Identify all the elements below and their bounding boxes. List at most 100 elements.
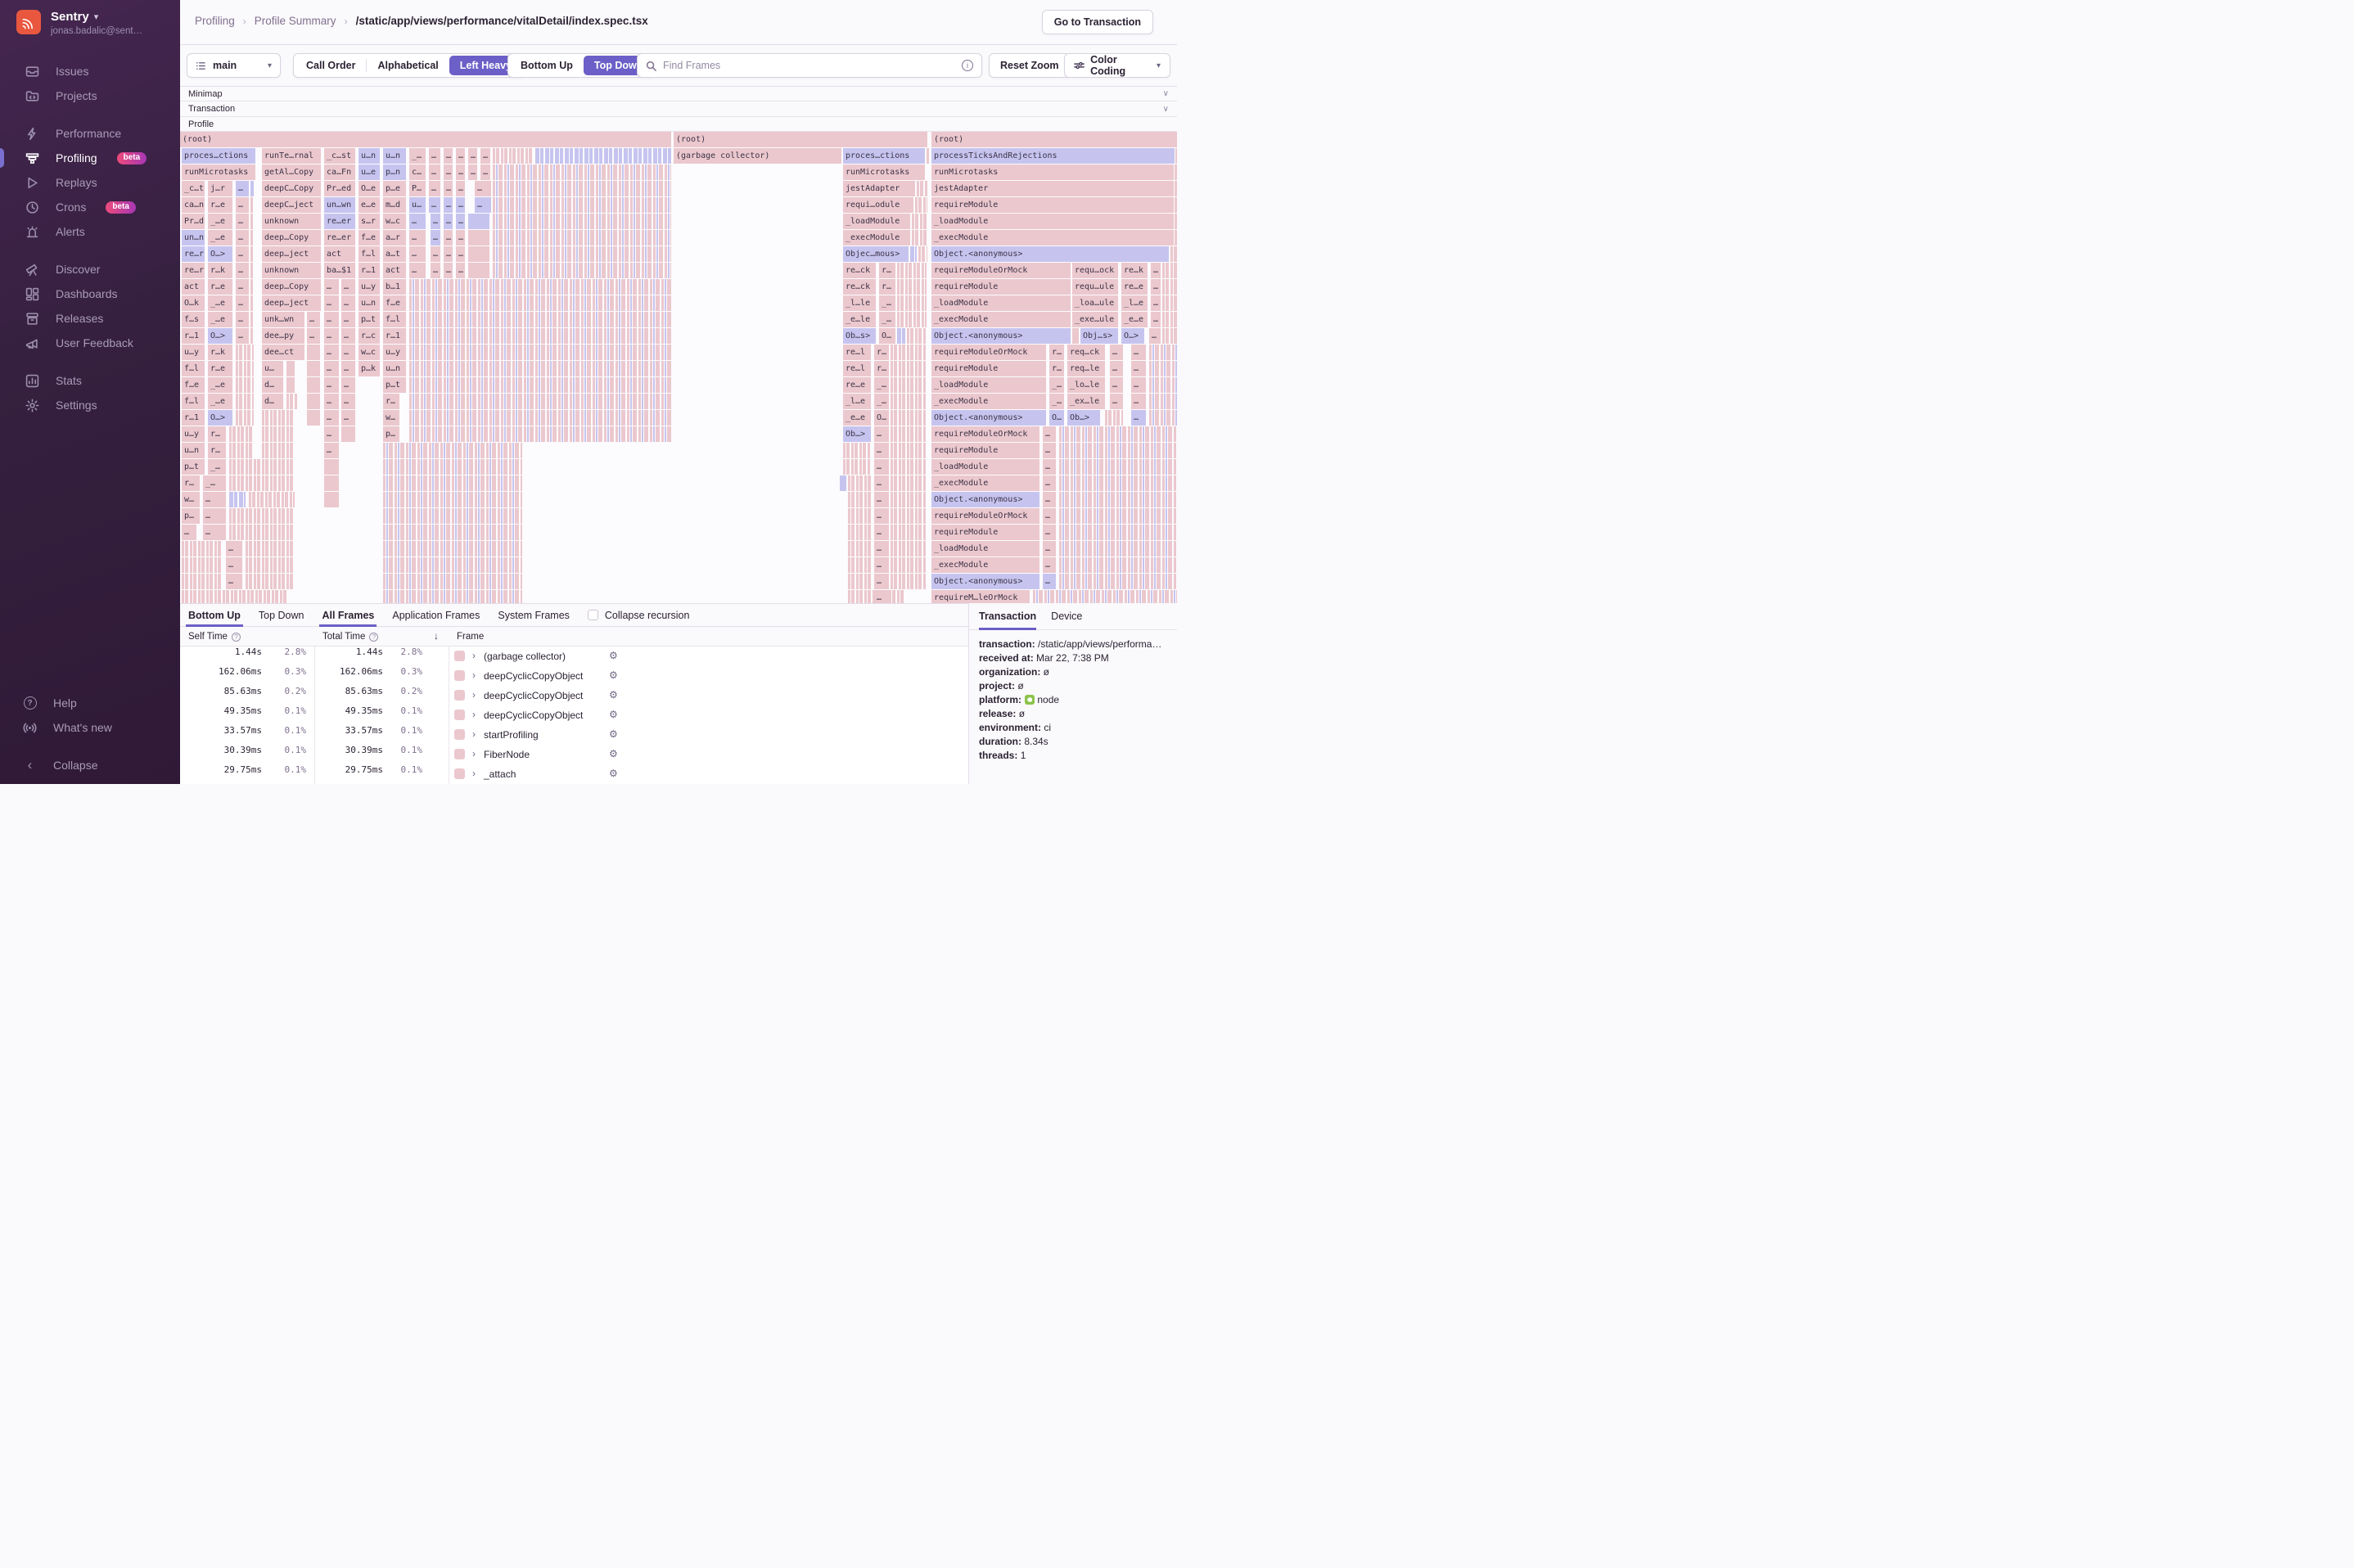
flame-cell[interactable]: [1162, 263, 1177, 278]
flame-cell[interactable]: [250, 197, 254, 213]
sidebar-collapse-button[interactable]: ‹ Collapse: [0, 753, 180, 777]
flame-cell[interactable]: [229, 459, 295, 475]
flame-cell[interactable]: …: [203, 525, 226, 540]
flame-cell[interactable]: p…n: [383, 164, 406, 180]
flame-cell[interactable]: …: [307, 328, 320, 344]
gear-icon[interactable]: ⚙: [609, 728, 618, 740]
flame-cell[interactable]: [341, 426, 355, 442]
table-row[interactable]: 85.63ms 0.2% 85.63ms 0.2% ⚙ › deepCyclicCopyOb…: [180, 686, 968, 705]
flame-cell[interactable]: a…t: [383, 246, 406, 262]
flame-cell[interactable]: …: [1043, 475, 1056, 491]
flame-cell[interactable]: _…: [874, 394, 889, 409]
flame-cell[interactable]: [383, 574, 522, 589]
flame-cell[interactable]: m…d: [383, 197, 406, 213]
flame-cell[interactable]: [286, 394, 298, 409]
flame-cell[interactable]: [897, 279, 927, 295]
flame-cell[interactable]: _execModule: [931, 312, 1071, 327]
flame-cell[interactable]: [307, 361, 320, 376]
flame-cell[interactable]: r…: [208, 443, 226, 458]
flame-cell[interactable]: _…e: [208, 230, 232, 246]
flame-cell[interactable]: …: [324, 426, 339, 442]
flame-cell[interactable]: [493, 263, 671, 278]
flame-cell[interactable]: …: [341, 410, 355, 426]
flame-cell[interactable]: [843, 443, 871, 458]
flame-cell[interactable]: [891, 557, 927, 573]
flame-cell[interactable]: [409, 295, 671, 311]
flame-cell[interactable]: …: [444, 181, 453, 196]
flame-cell[interactable]: O…k: [182, 295, 205, 311]
search-input[interactable]: [663, 60, 955, 71]
flame-cell[interactable]: [1149, 361, 1177, 376]
flame-cell[interactable]: O…>: [1121, 328, 1144, 344]
flame-cell[interactable]: [891, 443, 927, 458]
flame-cell[interactable]: [891, 475, 927, 491]
flame-cell[interactable]: requireM…leOrMock: [931, 590, 1030, 603]
flame-cell[interactable]: [409, 345, 671, 360]
flame-cell[interactable]: ba…$1: [324, 263, 355, 278]
flame-cell[interactable]: O…>: [208, 410, 232, 426]
flame-cell[interactable]: [891, 492, 927, 507]
flame-cell[interactable]: _…: [874, 377, 889, 393]
flame-cell[interactable]: [236, 345, 254, 360]
flame-cell[interactable]: …: [341, 361, 355, 376]
flame-cell[interactable]: runMicrotasks: [931, 164, 1174, 180]
flame-cell[interactable]: _…e: [208, 312, 232, 327]
flame-cell[interactable]: p…: [383, 426, 399, 442]
flame-cell[interactable]: _l…e: [1121, 295, 1148, 311]
flame-cell[interactable]: …: [874, 443, 889, 458]
flame-cell[interactable]: [848, 492, 871, 507]
flame-cell[interactable]: un…n: [182, 230, 205, 246]
flame-cell[interactable]: [848, 557, 871, 573]
flame-cell[interactable]: [1059, 557, 1177, 573]
flame-cell[interactable]: [897, 295, 927, 311]
flame-cell[interactable]: …: [409, 246, 426, 262]
flame-cell[interactable]: …: [444, 164, 453, 180]
sidebar-item-profiling[interactable]: Profiling beta: [0, 146, 180, 170]
flame-cell[interactable]: re…e: [843, 377, 871, 393]
flame-cell[interactable]: …: [468, 148, 477, 164]
frame-header[interactable]: Frame: [457, 627, 484, 647]
flame-cell[interactable]: [493, 181, 671, 196]
flame-cell[interactable]: deep…Copy: [262, 279, 321, 295]
flame-cell[interactable]: …: [226, 541, 242, 556]
bottom-up-button[interactable]: Bottom Up: [510, 56, 584, 75]
flame-cell[interactable]: [250, 279, 254, 295]
flame-cell[interactable]: [229, 443, 254, 458]
flame-cell[interactable]: jestAdapter: [931, 181, 1174, 196]
flame-cell[interactable]: …: [874, 541, 889, 556]
flame-cell[interactable]: [1162, 328, 1177, 344]
flame-cell[interactable]: _…e: [208, 394, 232, 409]
flame-cell[interactable]: [409, 361, 671, 376]
flame-cell[interactable]: [236, 377, 254, 393]
flame-cell[interactable]: [927, 148, 929, 164]
flame-cell[interactable]: [1059, 475, 1177, 491]
flame-cell[interactable]: f…e: [359, 230, 380, 246]
flame-cell[interactable]: …: [236, 279, 249, 295]
flame-cell[interactable]: [246, 574, 295, 589]
flame-cell[interactable]: Pr…ed: [324, 181, 355, 196]
flame-cell[interactable]: u…n: [182, 443, 205, 458]
flame-cell[interactable]: _…: [1049, 394, 1064, 409]
flame-cell[interactable]: re…er: [324, 214, 355, 229]
flame-cell[interactable]: …: [182, 525, 196, 540]
flame-cell[interactable]: act: [182, 279, 205, 295]
flame-cell[interactable]: ca…Fn: [324, 164, 355, 180]
flame-cell[interactable]: _loadModule: [931, 541, 1039, 556]
flame-cell[interactable]: …: [341, 312, 355, 327]
flame-cell[interactable]: requi…odule: [843, 197, 913, 213]
flame-cell[interactable]: deepC…Copy: [262, 181, 321, 196]
flame-cell[interactable]: [383, 443, 522, 458]
flame-cell[interactable]: [1149, 377, 1177, 393]
flame-cell[interactable]: [383, 492, 522, 507]
flame-cell[interactable]: u…e: [359, 164, 380, 180]
flame-cell[interactable]: [907, 328, 927, 344]
flame-cell[interactable]: r…k: [208, 263, 232, 278]
flame-cell[interactable]: u…y: [182, 345, 205, 360]
flame-cell[interactable]: [493, 197, 671, 213]
flame-cell[interactable]: [182, 590, 288, 603]
flame-cell[interactable]: _…e: [208, 295, 232, 311]
flame-cell[interactable]: deepC…ject: [262, 197, 321, 213]
flame-cell[interactable]: [246, 557, 295, 573]
flame-cell[interactable]: _execModule: [931, 394, 1046, 409]
expand-chevron-icon[interactable]: ›: [472, 748, 476, 759]
